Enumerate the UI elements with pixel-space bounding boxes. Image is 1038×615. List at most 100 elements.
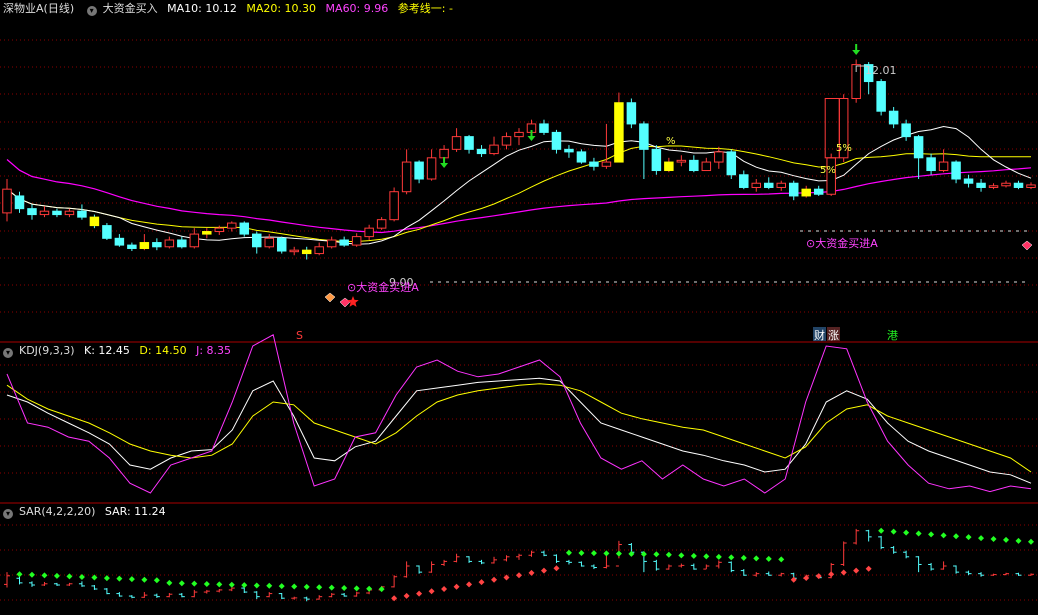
event-marker-s[interactable]: S	[296, 329, 303, 342]
candle-body	[689, 159, 699, 172]
candle-body	[177, 239, 187, 248]
sar-dot	[778, 556, 785, 563]
main-chart-header: 深物业A(日线) ▾ 大资金买入 MA10: 10.12 MA20: 10.30 …	[0, 1, 459, 17]
event-marker-hk[interactable]: 港	[887, 329, 898, 342]
candle-body	[714, 151, 724, 163]
sar-dot	[753, 555, 760, 562]
candle-body	[751, 182, 762, 188]
sar-dot	[341, 585, 348, 592]
sar-dot	[690, 552, 697, 559]
sar-dot	[141, 576, 148, 583]
dropdown-icon[interactable]: ▾	[3, 348, 13, 358]
candle-body	[289, 249, 299, 253]
candle-body	[614, 102, 624, 163]
candle-body	[326, 239, 337, 248]
candle-body	[14, 195, 25, 210]
kdj-header: ▾ KDJ(9,3,3) K: 12.45 D: 14.50 J: 8.35	[0, 343, 237, 359]
sar-dot	[540, 567, 547, 574]
candle-body	[589, 161, 599, 167]
sar-dot	[553, 565, 560, 572]
gem-icon	[324, 292, 336, 303]
candle-body	[364, 227, 374, 238]
gem-icon	[339, 297, 351, 308]
gem-icon	[1021, 240, 1033, 251]
event-marker-rise[interactable]: 涨	[828, 329, 839, 342]
sar-dot	[565, 549, 572, 556]
candle-body	[314, 246, 324, 255]
dropdown-icon[interactable]: ▾	[3, 509, 13, 519]
sar-dot	[578, 549, 585, 556]
sar-dot	[328, 584, 335, 591]
candle-body	[639, 123, 649, 150]
sar-dot	[840, 569, 847, 576]
sar-dot	[403, 592, 410, 599]
sar-dot	[528, 569, 535, 576]
sar-dot	[128, 576, 135, 583]
dropdown-icon[interactable]: ▾	[86, 6, 97, 16]
candle-body	[514, 131, 524, 138]
candle-body	[351, 236, 362, 246]
candle-body	[726, 151, 737, 176]
sar-dot	[903, 529, 910, 536]
kdj-name[interactable]: KDJ(9,3,3)	[19, 344, 75, 357]
candle-body	[214, 227, 225, 233]
sar-dot	[953, 533, 960, 540]
event-marker-finance[interactable]: 财	[814, 328, 825, 342]
sar-dot	[765, 555, 772, 562]
down-arrow-icon	[527, 136, 536, 141]
sar-dot	[516, 572, 522, 579]
down-arrow-icon	[852, 50, 861, 55]
ma20-path	[6, 145, 1032, 242]
sar-dot	[728, 554, 735, 561]
candle-body	[876, 81, 886, 112]
sar-dot	[41, 572, 48, 579]
candle-body	[276, 237, 287, 252]
candle-body	[52, 210, 62, 216]
candle-body	[551, 131, 562, 150]
candle-body	[227, 222, 237, 229]
sar-dot	[28, 571, 35, 578]
candle-body	[951, 161, 961, 180]
candle-body	[739, 174, 749, 188]
candle-body	[152, 242, 162, 248]
stock-chart-canvas[interactable]: 12.01 9.00 ⊙大资金买进A ⊙大资金买进A % 5% 5% S 财 涨…	[0, 0, 1038, 615]
candle-body	[938, 161, 949, 172]
candle-body	[801, 188, 811, 197]
sar-dot	[466, 581, 473, 588]
down-arrow-icon	[440, 163, 449, 168]
candle-body	[976, 182, 986, 188]
ma60-value: MA60: 9.96	[325, 2, 389, 15]
sar-dot	[978, 535, 985, 542]
kdj-j-value: J: 8.35	[196, 344, 232, 357]
sar-dot	[653, 551, 660, 558]
candle-body	[913, 136, 924, 159]
indicator-name[interactable]: 大资金买入	[103, 2, 158, 15]
candle-body	[539, 123, 549, 133]
sar-name[interactable]: SAR(4,2,2,20)	[19, 505, 95, 518]
candle-body	[376, 219, 387, 229]
sar-dot	[453, 583, 460, 590]
candle-body	[401, 161, 412, 193]
candle-body	[489, 144, 499, 155]
candle-body	[826, 157, 836, 195]
candle-body	[89, 216, 100, 227]
sar-dot	[865, 565, 872, 572]
candle-body	[189, 233, 200, 248]
sar-dot	[965, 534, 972, 541]
sar-dot	[441, 586, 448, 592]
sar-dot	[590, 550, 597, 557]
ma10-value: MA10: 10.12	[167, 2, 237, 15]
candle-body	[164, 239, 175, 248]
sar-dot	[928, 531, 935, 538]
sar-dot	[790, 576, 797, 583]
symbol-title[interactable]: 深物业A(日线)	[3, 2, 74, 15]
candle-body	[439, 148, 449, 159]
bigfund-signal-label: ⊙大资金买进A	[347, 280, 419, 294]
ref-line-value: 参考线一: -	[397, 2, 453, 15]
candle-body	[414, 161, 424, 180]
pct-label: 5%	[820, 165, 836, 176]
candle-body	[564, 148, 574, 153]
sar-dot	[915, 530, 922, 537]
sar-dot	[853, 567, 860, 574]
candle-body	[451, 136, 462, 150]
